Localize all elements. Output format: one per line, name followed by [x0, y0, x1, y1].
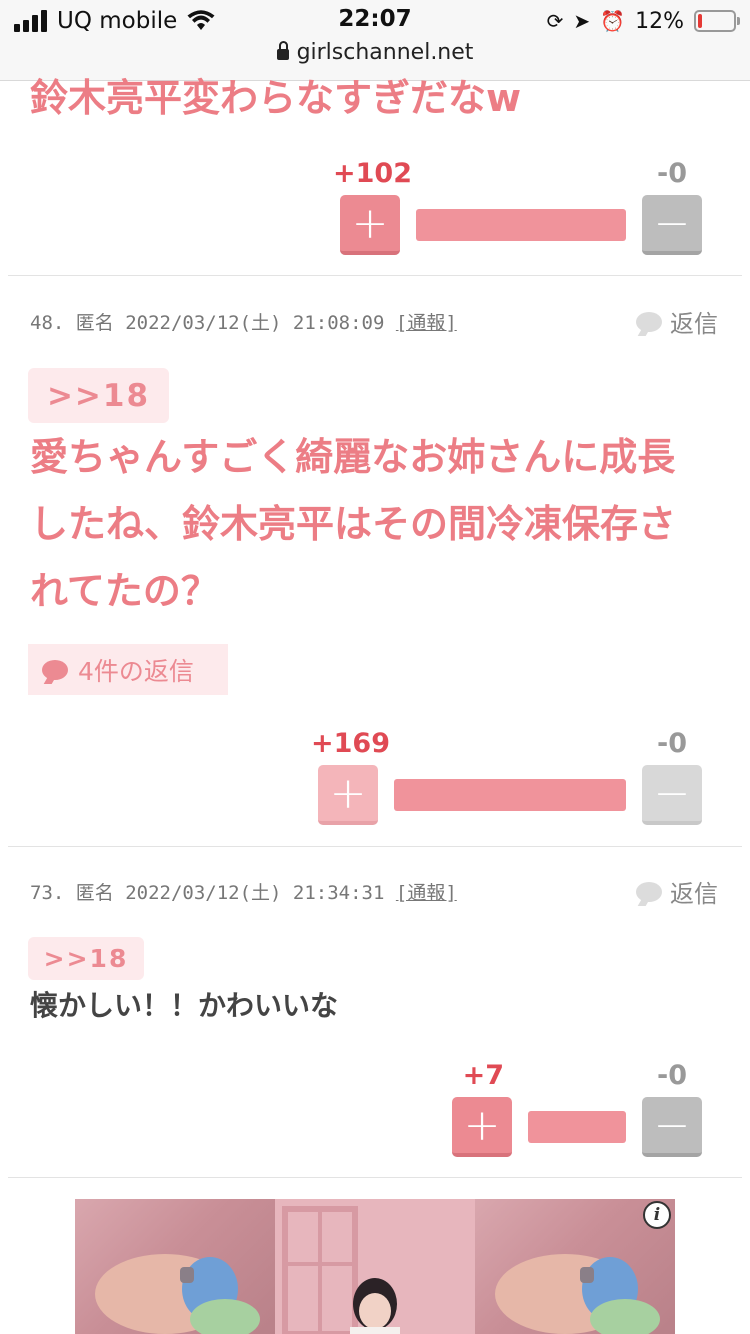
anchor-link[interactable]: >>18 — [28, 937, 144, 980]
comment-divider — [8, 846, 742, 847]
speech-bubble-icon — [636, 311, 662, 332]
minus-count: -0 — [657, 158, 687, 189]
vote-bar — [416, 209, 626, 241]
report-link[interactable]: [通報] — [396, 312, 457, 334]
comment-body: 鈴木亮平変わらなすぎだなw — [30, 76, 522, 120]
minus-button[interactable]: − — [642, 765, 702, 825]
minus-button[interactable]: − — [642, 195, 702, 255]
address-bar[interactable]: girlschannel.net — [0, 40, 750, 65]
report-link[interactable]: [通報] — [396, 882, 457, 904]
comment-meta: 73. 匿名 2022/03/12(土) 21:34:31 [通報] — [30, 878, 457, 905]
plus-count: +102 — [333, 158, 412, 189]
comment-divider — [8, 1177, 742, 1178]
comment-line: れてたの？ — [30, 569, 219, 613]
comment-body: 懐かしい！！かわいいな — [30, 989, 339, 1022]
vote-bar — [528, 1111, 626, 1143]
reply-label: 返信 — [670, 880, 718, 908]
minus-count: -0 — [657, 1060, 687, 1091]
vote-bar — [394, 779, 626, 811]
minus-count: -0 — [657, 728, 687, 759]
comment-meta: 48. 匿名 2022/03/12(土) 21:08:09 [通報] — [30, 308, 457, 335]
speech-bubble-icon — [42, 659, 68, 680]
lock-icon — [276, 41, 289, 60]
battery-icon — [694, 10, 740, 32]
plus-count: +169 — [311, 728, 390, 759]
view-replies-button[interactable]: 4件の返信 — [28, 644, 228, 695]
ad-image-center — [275, 1199, 475, 1334]
reply-label: 返信 — [670, 310, 718, 338]
battery-percent: 12% — [635, 8, 684, 34]
anchor-link[interactable]: >>18 — [28, 368, 169, 423]
ad-info-icon[interactable]: i — [643, 1201, 671, 1229]
plus-button[interactable]: + — [340, 195, 400, 255]
url-text: girlschannel.net — [296, 40, 474, 65]
minus-button[interactable]: − — [642, 1097, 702, 1157]
comment-line: 愛ちゃんすごく綺麗なお姉さんに成長 — [30, 435, 676, 479]
speech-bubble-icon — [636, 881, 662, 902]
reply-link[interactable]: 返信 — [636, 304, 718, 339]
comment-line: したね、鈴木亮平はその間冷凍保存さ — [30, 502, 677, 546]
orientation-lock-icon: ⟳ — [546, 9, 564, 33]
ad-image-left — [75, 1199, 275, 1334]
replies-label: 4件の返信 — [78, 656, 194, 686]
plus-button[interactable]: + — [318, 765, 378, 825]
plus-button[interactable]: + — [452, 1097, 512, 1157]
comment-divider — [8, 275, 742, 276]
reply-link[interactable]: 返信 — [636, 874, 718, 909]
status-right: ⟳ ➤ ⏰ 12% — [546, 6, 740, 36]
comment-body: 愛ちゃんすごく綺麗なお姉さんに成長 したね、鈴木亮平はその間冷凍保存さ れてたの… — [30, 424, 676, 625]
comment-info: 48. 匿名 2022/03/12(土) 21:08:09 — [30, 312, 385, 334]
plus-count: +7 — [462, 1060, 504, 1091]
ad-banner[interactable]: i — [75, 1199, 675, 1334]
alarm-icon: ⏰ — [600, 9, 626, 33]
comment-info: 73. 匿名 2022/03/12(土) 21:34:31 — [30, 882, 385, 904]
location-icon: ➤ — [573, 9, 591, 33]
